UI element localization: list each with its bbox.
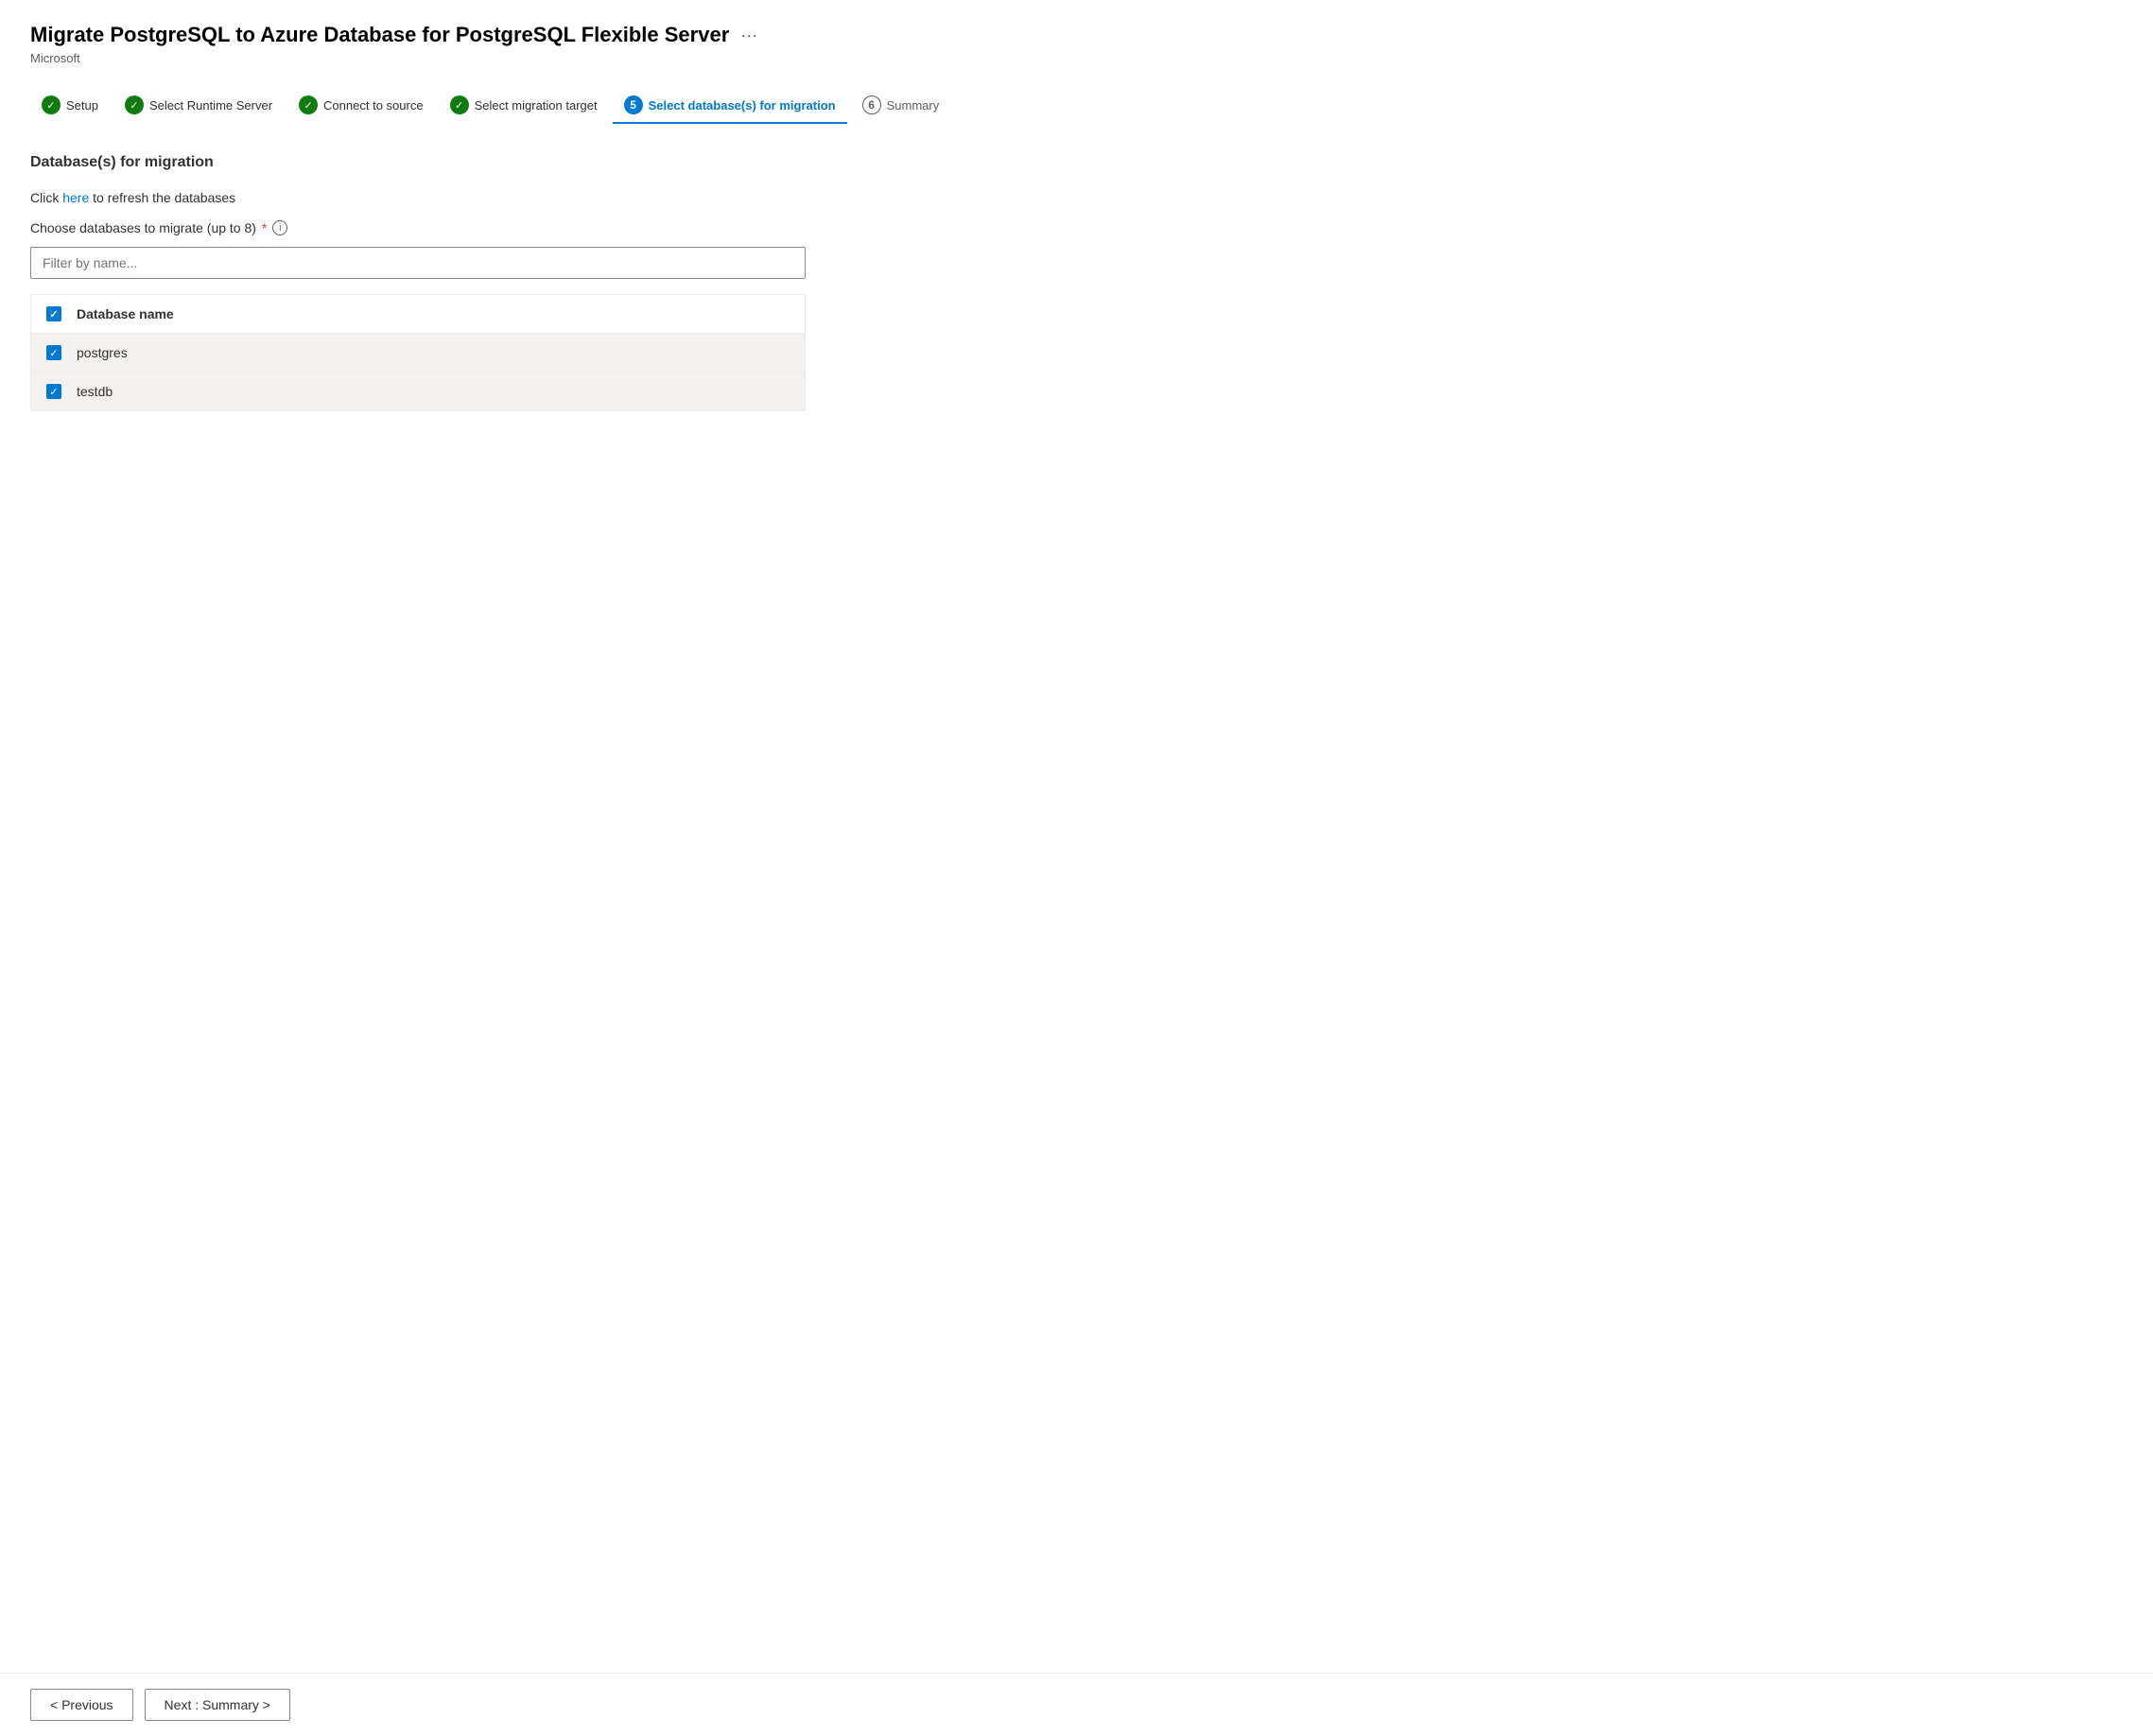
step-check-icon-2: ✓ [125,95,144,114]
refresh-suffix: to refresh the databases [89,190,235,205]
page-subtitle: Microsoft [30,51,2123,65]
table-row: ✓ postgres [31,334,805,373]
step-label-runtime: Select Runtime Server [149,98,272,113]
step-migration-target[interactable]: ✓ Select migration target [439,88,609,124]
db-name-testdb: testdb [77,384,113,399]
section-title: Database(s) for migration [30,154,2123,171]
step-label-setup: Setup [66,98,98,113]
db-table-header: ✓ Database name [31,295,805,334]
step-label-migration-target: Select migration target [475,98,598,113]
required-star: * [262,220,267,235]
steps-nav: ✓ Setup ✓ Select Runtime Server ✓ Connec… [30,88,2123,124]
step-number-5: 5 [624,95,643,114]
refresh-prefix: Click [30,190,62,205]
step-label-summary: Summary [887,98,940,113]
refresh-text: Click here to refresh the databases [30,190,2123,205]
table-row: ✓ testdb [31,373,805,410]
page-title-text: Migrate PostgreSQL to Azure Database for… [30,23,729,47]
refresh-link[interactable]: here [62,190,89,205]
step-label-select-db: Select database(s) for migration [649,98,836,113]
info-icon[interactable]: i [272,220,287,235]
choose-label-text: Choose databases to migrate (up to 8) [30,220,256,235]
select-all-checkbox[interactable]: ✓ [46,306,61,321]
step-setup[interactable]: ✓ Setup [30,88,110,124]
choose-label: Choose databases to migrate (up to 8) * … [30,220,2123,235]
next-button[interactable]: Next : Summary > [145,1689,290,1721]
db-name-column-header: Database name [77,306,174,321]
step-check-icon-1: ✓ [42,95,61,114]
step-select-db[interactable]: 5 Select database(s) for migration [613,88,847,124]
previous-button[interactable]: < Previous [30,1689,133,1721]
page-title: Migrate PostgreSQL to Azure Database for… [30,23,2123,47]
ellipsis-menu[interactable]: ··· [740,26,757,45]
row-checkbox-testdb[interactable]: ✓ [46,384,61,399]
db-table: ✓ Database name ✓ postgres ✓ testdb [30,294,806,411]
step-check-icon-3: ✓ [299,95,318,114]
footer: < Previous Next : Summary > [0,1673,2153,1736]
step-summary[interactable]: 6 Summary [851,88,951,124]
step-number-6: 6 [862,95,881,114]
filter-input[interactable] [30,247,806,279]
db-name-postgres: postgres [77,345,128,360]
step-check-icon-4: ✓ [450,95,469,114]
step-connect-source[interactable]: ✓ Connect to source [287,88,435,124]
row-checkbox-postgres[interactable]: ✓ [46,345,61,360]
step-label-connect-source: Connect to source [323,98,424,113]
step-runtime[interactable]: ✓ Select Runtime Server [113,88,284,124]
